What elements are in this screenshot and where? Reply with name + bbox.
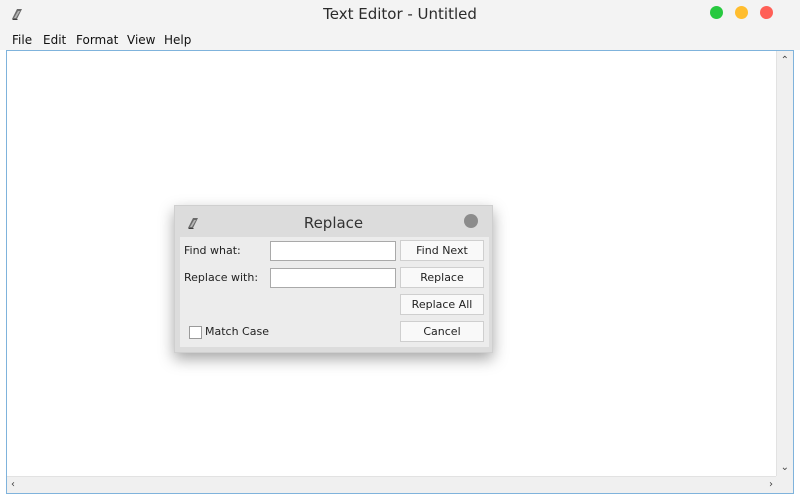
match-case-checkbox[interactable]: [189, 326, 202, 339]
menu-file[interactable]: File: [12, 33, 32, 47]
menu-format[interactable]: Format: [76, 33, 118, 47]
minimize-button[interactable]: [735, 6, 748, 19]
scroll-up-icon[interactable]: ⌃: [781, 56, 789, 66]
scroll-down-icon[interactable]: ⌄: [781, 463, 789, 473]
replace-input[interactable]: [270, 268, 396, 288]
scroll-right-icon[interactable]: ›: [769, 480, 773, 490]
close-button[interactable]: [760, 6, 773, 19]
match-case-label: Match Case: [205, 325, 269, 338]
menu-view[interactable]: View: [127, 33, 155, 47]
title-bar: Text Editor - Untitled: [0, 0, 800, 29]
window-title: Text Editor - Untitled: [323, 5, 477, 23]
dialog-close-button[interactable]: [464, 214, 478, 228]
dialog-title: Replace: [303, 214, 364, 232]
find-next-button[interactable]: Find Next: [400, 240, 484, 261]
replace-dialog: Replace Find what: Find Next Replace wit…: [174, 205, 493, 353]
scroll-left-icon[interactable]: ‹: [11, 480, 15, 490]
menu-help[interactable]: Help: [164, 33, 191, 47]
menu-bar: File Edit Format View Help: [0, 29, 800, 50]
replace-button[interactable]: Replace: [400, 267, 484, 288]
menu-edit[interactable]: Edit: [43, 33, 66, 47]
replace-label: Replace with:: [184, 271, 259, 284]
find-label: Find what:: [184, 244, 241, 257]
horizontal-scrollbar[interactable]: ‹ ›: [7, 476, 777, 493]
dialog-body: Find what: Find Next Replace with: Repla…: [180, 237, 489, 347]
vertical-scrollbar[interactable]: ⌃ ⌄: [776, 51, 793, 477]
find-input[interactable]: [270, 241, 396, 261]
cancel-button[interactable]: Cancel: [400, 321, 484, 342]
maximize-button[interactable]: [710, 6, 723, 19]
replace-all-button[interactable]: Replace All: [400, 294, 484, 315]
scroll-corner: [776, 476, 793, 493]
